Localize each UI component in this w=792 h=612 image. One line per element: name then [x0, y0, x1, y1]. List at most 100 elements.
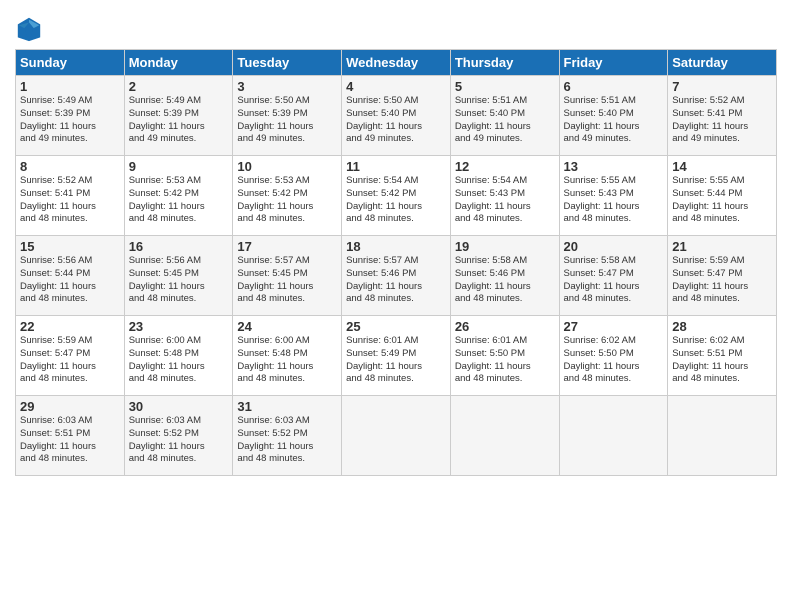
- calendar-cell: 22Sunrise: 5:59 AMSunset: 5:47 PMDayligh…: [16, 316, 125, 396]
- day-number: 2: [129, 79, 229, 94]
- calendar-header-sunday: Sunday: [16, 50, 125, 76]
- page-container: SundayMondayTuesdayWednesdayThursdayFrid…: [0, 0, 792, 486]
- calendar-cell: 14Sunrise: 5:55 AMSunset: 5:44 PMDayligh…: [668, 156, 777, 236]
- calendar-cell: 2Sunrise: 5:49 AMSunset: 5:39 PMDaylight…: [124, 76, 233, 156]
- day-number: 26: [455, 319, 555, 334]
- calendar-cell: [668, 396, 777, 476]
- day-number: 8: [20, 159, 120, 174]
- day-number: 11: [346, 159, 446, 174]
- calendar-cell: 3Sunrise: 5:50 AMSunset: 5:39 PMDaylight…: [233, 76, 342, 156]
- day-info: Sunrise: 6:00 AMSunset: 5:48 PMDaylight:…: [237, 335, 337, 386]
- day-info: Sunrise: 6:02 AMSunset: 5:51 PMDaylight:…: [672, 335, 772, 386]
- day-number: 6: [564, 79, 664, 94]
- calendar-cell: 24Sunrise: 6:00 AMSunset: 5:48 PMDayligh…: [233, 316, 342, 396]
- day-number: 14: [672, 159, 772, 174]
- day-info: Sunrise: 5:50 AMSunset: 5:39 PMDaylight:…: [237, 95, 337, 146]
- day-number: 3: [237, 79, 337, 94]
- day-info: Sunrise: 5:56 AMSunset: 5:45 PMDaylight:…: [129, 255, 229, 306]
- day-info: Sunrise: 5:56 AMSunset: 5:44 PMDaylight:…: [20, 255, 120, 306]
- calendar-cell: 5Sunrise: 5:51 AMSunset: 5:40 PMDaylight…: [450, 76, 559, 156]
- day-number: 21: [672, 239, 772, 254]
- day-number: 7: [672, 79, 772, 94]
- calendar-week-1: 1Sunrise: 5:49 AMSunset: 5:39 PMDaylight…: [16, 76, 777, 156]
- day-info: Sunrise: 5:57 AMSunset: 5:46 PMDaylight:…: [346, 255, 446, 306]
- day-info: Sunrise: 5:59 AMSunset: 5:47 PMDaylight:…: [672, 255, 772, 306]
- calendar-header-saturday: Saturday: [668, 50, 777, 76]
- calendar-cell: [559, 396, 668, 476]
- day-number: 19: [455, 239, 555, 254]
- day-number: 5: [455, 79, 555, 94]
- day-number: 25: [346, 319, 446, 334]
- calendar-week-5: 29Sunrise: 6:03 AMSunset: 5:51 PMDayligh…: [16, 396, 777, 476]
- day-info: Sunrise: 5:55 AMSunset: 5:43 PMDaylight:…: [564, 175, 664, 226]
- logo: [15, 15, 45, 43]
- logo-icon: [15, 15, 43, 43]
- calendar-header-monday: Monday: [124, 50, 233, 76]
- day-info: Sunrise: 6:03 AMSunset: 5:52 PMDaylight:…: [129, 415, 229, 466]
- calendar-cell: 4Sunrise: 5:50 AMSunset: 5:40 PMDaylight…: [342, 76, 451, 156]
- day-info: Sunrise: 6:03 AMSunset: 5:51 PMDaylight:…: [20, 415, 120, 466]
- calendar-cell: 16Sunrise: 5:56 AMSunset: 5:45 PMDayligh…: [124, 236, 233, 316]
- day-number: 30: [129, 399, 229, 414]
- calendar-header-thursday: Thursday: [450, 50, 559, 76]
- day-info: Sunrise: 5:54 AMSunset: 5:43 PMDaylight:…: [455, 175, 555, 226]
- calendar-cell: 15Sunrise: 5:56 AMSunset: 5:44 PMDayligh…: [16, 236, 125, 316]
- calendar-cell: 13Sunrise: 5:55 AMSunset: 5:43 PMDayligh…: [559, 156, 668, 236]
- day-number: 1: [20, 79, 120, 94]
- calendar-cell: 1Sunrise: 5:49 AMSunset: 5:39 PMDaylight…: [16, 76, 125, 156]
- calendar-cell: 6Sunrise: 5:51 AMSunset: 5:40 PMDaylight…: [559, 76, 668, 156]
- day-info: Sunrise: 5:52 AMSunset: 5:41 PMDaylight:…: [20, 175, 120, 226]
- day-number: 23: [129, 319, 229, 334]
- calendar-body: 1Sunrise: 5:49 AMSunset: 5:39 PMDaylight…: [16, 76, 777, 476]
- calendar-cell: 31Sunrise: 6:03 AMSunset: 5:52 PMDayligh…: [233, 396, 342, 476]
- calendar-cell: 17Sunrise: 5:57 AMSunset: 5:45 PMDayligh…: [233, 236, 342, 316]
- calendar-week-3: 15Sunrise: 5:56 AMSunset: 5:44 PMDayligh…: [16, 236, 777, 316]
- day-info: Sunrise: 5:49 AMSunset: 5:39 PMDaylight:…: [20, 95, 120, 146]
- day-number: 31: [237, 399, 337, 414]
- calendar-week-4: 22Sunrise: 5:59 AMSunset: 5:47 PMDayligh…: [16, 316, 777, 396]
- day-info: Sunrise: 5:50 AMSunset: 5:40 PMDaylight:…: [346, 95, 446, 146]
- day-number: 18: [346, 239, 446, 254]
- calendar-header-tuesday: Tuesday: [233, 50, 342, 76]
- calendar-cell: [342, 396, 451, 476]
- calendar-week-2: 8Sunrise: 5:52 AMSunset: 5:41 PMDaylight…: [16, 156, 777, 236]
- day-number: 4: [346, 79, 446, 94]
- day-info: Sunrise: 5:53 AMSunset: 5:42 PMDaylight:…: [129, 175, 229, 226]
- day-info: Sunrise: 5:58 AMSunset: 5:47 PMDaylight:…: [564, 255, 664, 306]
- calendar-cell: 26Sunrise: 6:01 AMSunset: 5:50 PMDayligh…: [450, 316, 559, 396]
- calendar-cell: 8Sunrise: 5:52 AMSunset: 5:41 PMDaylight…: [16, 156, 125, 236]
- calendar-cell: 20Sunrise: 5:58 AMSunset: 5:47 PMDayligh…: [559, 236, 668, 316]
- calendar-cell: 23Sunrise: 6:00 AMSunset: 5:48 PMDayligh…: [124, 316, 233, 396]
- day-number: 9: [129, 159, 229, 174]
- calendar-cell: 18Sunrise: 5:57 AMSunset: 5:46 PMDayligh…: [342, 236, 451, 316]
- calendar-header-row: SundayMondayTuesdayWednesdayThursdayFrid…: [16, 50, 777, 76]
- calendar-table: SundayMondayTuesdayWednesdayThursdayFrid…: [15, 49, 777, 476]
- day-number: 15: [20, 239, 120, 254]
- calendar-cell: 25Sunrise: 6:01 AMSunset: 5:49 PMDayligh…: [342, 316, 451, 396]
- day-number: 22: [20, 319, 120, 334]
- day-number: 13: [564, 159, 664, 174]
- day-number: 20: [564, 239, 664, 254]
- header: [15, 10, 777, 43]
- calendar-cell: 29Sunrise: 6:03 AMSunset: 5:51 PMDayligh…: [16, 396, 125, 476]
- calendar-cell: 27Sunrise: 6:02 AMSunset: 5:50 PMDayligh…: [559, 316, 668, 396]
- day-info: Sunrise: 5:49 AMSunset: 5:39 PMDaylight:…: [129, 95, 229, 146]
- day-info: Sunrise: 5:55 AMSunset: 5:44 PMDaylight:…: [672, 175, 772, 226]
- day-number: 10: [237, 159, 337, 174]
- calendar-header-friday: Friday: [559, 50, 668, 76]
- day-info: Sunrise: 5:54 AMSunset: 5:42 PMDaylight:…: [346, 175, 446, 226]
- day-info: Sunrise: 6:01 AMSunset: 5:50 PMDaylight:…: [455, 335, 555, 386]
- calendar-header-wednesday: Wednesday: [342, 50, 451, 76]
- day-number: 24: [237, 319, 337, 334]
- day-info: Sunrise: 5:51 AMSunset: 5:40 PMDaylight:…: [564, 95, 664, 146]
- calendar-cell: 28Sunrise: 6:02 AMSunset: 5:51 PMDayligh…: [668, 316, 777, 396]
- day-info: Sunrise: 5:58 AMSunset: 5:46 PMDaylight:…: [455, 255, 555, 306]
- day-number: 12: [455, 159, 555, 174]
- calendar-cell: [450, 396, 559, 476]
- day-info: Sunrise: 5:57 AMSunset: 5:45 PMDaylight:…: [237, 255, 337, 306]
- calendar-cell: 7Sunrise: 5:52 AMSunset: 5:41 PMDaylight…: [668, 76, 777, 156]
- calendar-cell: 19Sunrise: 5:58 AMSunset: 5:46 PMDayligh…: [450, 236, 559, 316]
- day-number: 28: [672, 319, 772, 334]
- day-number: 16: [129, 239, 229, 254]
- day-info: Sunrise: 5:59 AMSunset: 5:47 PMDaylight:…: [20, 335, 120, 386]
